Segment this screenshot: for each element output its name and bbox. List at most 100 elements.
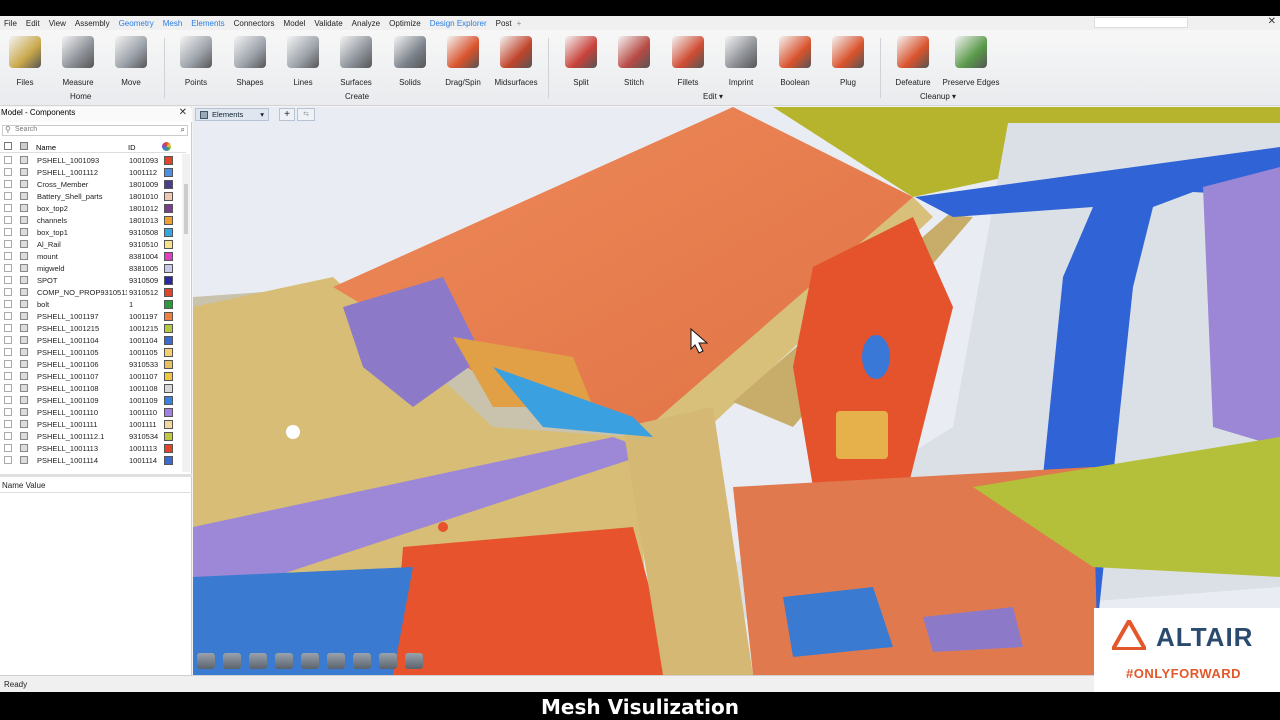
menu-item-design-explorer[interactable]: Design Explorer bbox=[430, 19, 487, 28]
add-tab-button[interactable]: + bbox=[279, 108, 295, 121]
table-row[interactable]: Battery_Shell_parts 1801010 bbox=[0, 190, 182, 202]
menu-item-view[interactable]: View bbox=[49, 19, 66, 28]
color-swatch[interactable] bbox=[164, 324, 173, 333]
color-swatch[interactable] bbox=[164, 384, 173, 393]
color-swatch[interactable] bbox=[164, 240, 173, 249]
group-label-cleanup[interactable]: Cleanup ▾ bbox=[920, 92, 956, 101]
table-row[interactable]: PSHELL_1001112.1 9310534 bbox=[0, 430, 182, 442]
table-row[interactable]: PSHELL_1001106 9310533 bbox=[0, 358, 182, 370]
color-swatch[interactable] bbox=[164, 168, 173, 177]
table-row[interactable]: PSHELL_1001105 1001105 bbox=[0, 346, 182, 358]
menu-item-file[interactable]: File bbox=[4, 19, 17, 28]
points-tool-button[interactable]: Points bbox=[166, 36, 226, 87]
table-row[interactable]: PSHELL_1001110 1001110 bbox=[0, 406, 182, 418]
color-swatch[interactable] bbox=[164, 228, 173, 237]
visibility-checkbox[interactable] bbox=[4, 204, 12, 212]
table-row[interactable]: Cross_Member 1801009 bbox=[0, 178, 182, 190]
view-cube-icon[interactable] bbox=[275, 653, 293, 669]
color-swatch[interactable] bbox=[164, 420, 173, 429]
fit-view-icon[interactable] bbox=[353, 653, 371, 669]
visibility-checkbox[interactable] bbox=[4, 432, 12, 440]
move-tool-button[interactable]: Move bbox=[101, 36, 161, 87]
menu-item-model[interactable]: Model bbox=[284, 19, 306, 28]
drag-spin-tool-button[interactable]: Drag/Spin bbox=[433, 36, 493, 87]
color-swatch[interactable] bbox=[164, 204, 173, 213]
scrollbar-thumb[interactable] bbox=[184, 184, 188, 234]
plug-tool-button[interactable]: Plug bbox=[818, 36, 878, 87]
menu-item-assembly[interactable]: Assembly bbox=[75, 19, 110, 28]
table-row[interactable]: mount 8381004 bbox=[0, 250, 182, 262]
boolean-tool-button[interactable]: Boolean bbox=[765, 36, 825, 87]
visibility-checkbox[interactable] bbox=[4, 324, 12, 332]
color-swatch[interactable] bbox=[164, 216, 173, 225]
visibility-checkbox[interactable] bbox=[4, 312, 12, 320]
menu-item-validate[interactable]: Validate bbox=[314, 19, 342, 28]
table-row[interactable]: PSHELL_1001109 1001109 bbox=[0, 394, 182, 406]
table-row[interactable]: PSHELL_1001215 1001215 bbox=[0, 322, 182, 334]
visibility-checkbox[interactable] bbox=[4, 372, 12, 380]
visibility-checkbox[interactable] bbox=[4, 360, 12, 368]
color-swatch[interactable] bbox=[164, 444, 173, 453]
visibility-checkbox[interactable] bbox=[4, 240, 12, 248]
visibility-checkbox[interactable] bbox=[4, 276, 12, 284]
close-icon[interactable]: ✕ bbox=[179, 107, 187, 118]
surfaces-tool-button[interactable]: Surfaces bbox=[326, 36, 386, 87]
measure-tool-button[interactable]: Measure bbox=[48, 36, 108, 87]
menu-item-optimize[interactable]: Optimize bbox=[389, 19, 421, 28]
iso-view-icon[interactable] bbox=[301, 653, 319, 669]
color-swatch[interactable] bbox=[164, 360, 173, 369]
color-swatch[interactable] bbox=[164, 348, 173, 357]
tab-elements[interactable]: Elements ▾ bbox=[195, 108, 269, 121]
color-swatch[interactable] bbox=[164, 336, 173, 345]
split-tool-button[interactable]: Split bbox=[551, 36, 611, 87]
table-row[interactable]: PSHELL_1001108 1001108 bbox=[0, 382, 182, 394]
visibility-checkbox[interactable] bbox=[4, 384, 12, 392]
color-swatch[interactable] bbox=[164, 432, 173, 441]
color-swatch[interactable] bbox=[164, 276, 173, 285]
vertical-scrollbar[interactable] bbox=[182, 154, 190, 472]
color-swatch[interactable] bbox=[164, 264, 173, 273]
visibility-checkbox[interactable] bbox=[4, 420, 12, 428]
stitch-tool-button[interactable]: Stitch bbox=[604, 36, 664, 87]
visibility-checkbox[interactable] bbox=[4, 156, 12, 164]
visibility-checkbox[interactable] bbox=[4, 252, 12, 260]
color-swatch[interactable] bbox=[164, 372, 173, 381]
visibility-checkbox[interactable] bbox=[4, 396, 12, 404]
color-swatch[interactable] bbox=[164, 288, 173, 297]
component-search-input[interactable]: ⚲ Search ⌕ bbox=[2, 125, 188, 136]
shapes-tool-button[interactable]: Shapes bbox=[220, 36, 280, 87]
visibility-checkbox[interactable] bbox=[4, 180, 12, 188]
files-tool-button[interactable]: Files bbox=[0, 36, 55, 87]
filter-icon[interactable]: ⚲ bbox=[5, 125, 11, 134]
preserve-edges-tool-button[interactable]: Preserve Edges bbox=[936, 36, 1006, 87]
color-swatch[interactable] bbox=[164, 252, 173, 261]
table-row[interactable]: PSHELL_1001107 1001107 bbox=[0, 370, 182, 382]
visibility-checkbox[interactable] bbox=[4, 216, 12, 224]
table-row[interactable]: PSHELL_1001111 1001111 bbox=[0, 418, 182, 430]
global-search-box[interactable] bbox=[1094, 17, 1188, 28]
color-swatch[interactable] bbox=[164, 156, 173, 165]
table-row[interactable]: box_top1 9310508 bbox=[0, 226, 182, 238]
table-row[interactable]: PSHELL_1001112 1001112 bbox=[0, 166, 182, 178]
visibility-checkbox[interactable] bbox=[4, 168, 12, 176]
pan-view-icon[interactable] bbox=[223, 653, 241, 669]
color-swatch[interactable] bbox=[164, 192, 173, 201]
close-icon[interactable]: ✕ bbox=[1268, 16, 1276, 27]
table-row[interactable]: box_top2 1801012 bbox=[0, 202, 182, 214]
solids-tool-button[interactable]: Solids bbox=[380, 36, 440, 87]
color-swatch[interactable] bbox=[164, 312, 173, 321]
group-label-edit[interactable]: Edit ▾ bbox=[703, 92, 723, 101]
table-row[interactable]: PSHELL_1001113 1001113 bbox=[0, 442, 182, 454]
menu-item-post[interactable]: Post bbox=[496, 19, 512, 28]
imprint-tool-button[interactable]: Imprint bbox=[711, 36, 771, 87]
menu-item-edit[interactable]: Edit bbox=[26, 19, 40, 28]
display-column-icon[interactable] bbox=[20, 142, 28, 150]
visibility-checkbox[interactable] bbox=[4, 264, 12, 272]
axis-triad-icon[interactable] bbox=[327, 653, 345, 669]
rotate-view-icon[interactable] bbox=[197, 653, 215, 669]
visibility-column-icon[interactable] bbox=[4, 142, 12, 150]
panel-splitter[interactable] bbox=[0, 474, 192, 477]
color-swatch[interactable] bbox=[164, 180, 173, 189]
visibility-checkbox[interactable] bbox=[4, 300, 12, 308]
menu-item-connectors[interactable]: Connectors bbox=[234, 19, 275, 28]
